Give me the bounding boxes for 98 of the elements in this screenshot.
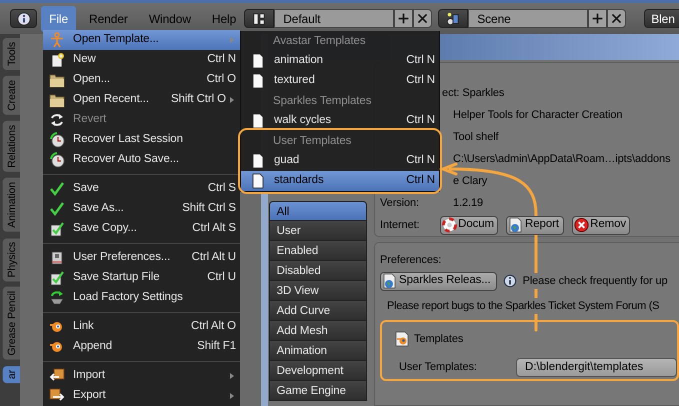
menu-item[interactable]: Recover Last Session <box>43 130 240 150</box>
hint-text: Please check frequently for up <box>522 272 668 290</box>
category-button[interactable]: Animation <box>268 341 368 361</box>
field-label: Preferences: <box>380 252 442 268</box>
category-button[interactable]: 3D View <box>268 281 368 301</box>
add-icon <box>397 12 410 25</box>
field-value: e Clary <box>453 174 488 189</box>
info-icon <box>16 12 31 26</box>
internet-button[interactable]: Remov <box>572 216 630 234</box>
scene-field[interactable]: Scene <box>468 9 588 28</box>
reset-icon <box>49 290 65 306</box>
editor-type-button[interactable] <box>10 9 38 28</box>
clock-icon <box>49 132 65 148</box>
menu-item[interactable]: Link Ctrl Alt O <box>43 317 240 337</box>
menu-item[interactable]: Append Shift F1 <box>43 337 240 357</box>
layout-button[interactable] <box>244 9 274 28</box>
submenu-arrow-icon <box>228 95 236 105</box>
submenu-arrow-icon <box>228 35 236 45</box>
internet-button[interactable]: Report <box>506 216 564 234</box>
remove-icon <box>574 217 590 233</box>
globe-icon <box>382 273 398 289</box>
field-value: 1.2.19 <box>453 196 484 211</box>
document-icon <box>250 73 266 89</box>
layout-icon <box>252 12 266 26</box>
document-icon <box>250 53 266 69</box>
document-icon <box>250 153 266 169</box>
menu-item[interactable]: textured Ctrl N <box>241 71 439 91</box>
scene-button[interactable] <box>438 9 468 28</box>
category-button[interactable]: Disabled <box>268 261 368 281</box>
panel-title: Templates <box>414 332 464 347</box>
menu-item[interactable]: Open... Ctrl O <box>43 70 240 90</box>
release-notes-button[interactable]: Sparkles Releas... <box>380 272 497 290</box>
globe-icon <box>508 217 524 233</box>
category-button[interactable]: Game Engine <box>268 381 368 401</box>
menu-item[interactable]: Recover Auto Save... <box>43 150 240 170</box>
category-button[interactable]: Add Curve <box>268 301 368 321</box>
menu-item[interactable]: Save Copy... Ctrl Alt S <box>43 219 240 239</box>
menu-item[interactable]: Open Template... <box>43 30 240 50</box>
refresh-icon <box>49 112 65 128</box>
menu-header: Sparkles Templates <box>272 94 372 109</box>
menu-item[interactable]: guad Ctrl N <box>241 151 439 171</box>
side-tab[interactable]: ar <box>3 366 20 383</box>
menu-button[interactable]: File <box>41 6 76 32</box>
window-icon <box>49 250 65 266</box>
menu-item[interactable]: User Preferences... Ctrl Alt U <box>43 248 240 268</box>
field-value: ect: Sparkles <box>442 86 504 101</box>
folder-icon <box>49 92 65 108</box>
add-button[interactable] <box>588 9 608 28</box>
internet-button[interactable]: Docum <box>440 216 498 234</box>
lifebuoy-icon <box>442 217 458 233</box>
link-icon <box>49 319 65 335</box>
menu-item[interactable]: New Ctrl N <box>43 50 240 70</box>
field-label: User Templates: <box>399 360 478 375</box>
menu-item[interactable]: Save Startup File Ctrl U <box>43 268 240 288</box>
menu-item[interactable]: Save Ctrl S <box>43 179 240 199</box>
checkmark-icon <box>49 181 65 197</box>
menu-item[interactable]: standards Ctrl N <box>241 171 439 191</box>
field-value: C:\Users\admin\AppData\Roam…ipts\addons <box>453 152 670 167</box>
clock-icon <box>49 152 65 168</box>
info-icon <box>502 274 517 288</box>
field-value: Tool shelf <box>453 130 499 145</box>
folder-icon <box>49 72 65 88</box>
close-icon <box>416 12 430 25</box>
field-label: Version: <box>380 196 419 209</box>
path-field[interactable]: D:\blendergit\templates <box>516 358 678 376</box>
document-icon <box>250 113 266 129</box>
field-value: Helper Tools for Character Creation <box>453 108 622 123</box>
checked-document-icon <box>49 221 65 237</box>
layout-field[interactable]: Default <box>274 9 394 28</box>
add-icon <box>591 12 604 25</box>
template-icon <box>394 331 410 347</box>
checked-document-icon <box>49 270 65 286</box>
menu-header: Avastar Templates <box>272 34 366 49</box>
add-button[interactable] <box>394 9 414 28</box>
category-button[interactable]: User <box>268 221 368 241</box>
person-icon <box>49 32 65 48</box>
delete-button[interactable] <box>607 9 626 28</box>
menu-item[interactable]: Load Factory Settings <box>43 288 240 308</box>
scene-icon <box>446 12 460 26</box>
menu-item[interactable]: Export <box>43 386 240 406</box>
delete-button[interactable] <box>413 9 432 28</box>
checkmark-icon <box>49 201 65 217</box>
category-button[interactable]: All <box>268 201 368 221</box>
menu-header: User Templates <box>272 134 352 149</box>
render-engine-button[interactable]: Blen <box>644 9 679 28</box>
category-button[interactable]: Development <box>268 361 368 381</box>
menu-item[interactable]: Save As... Shift Ctrl S <box>43 199 240 219</box>
document-icon <box>250 173 266 189</box>
report-text: Please report bugs to the Sparkles Ticket System Forum (S <box>387 298 660 314</box>
menu-item[interactable]: Open Recent... Shift Ctrl O <box>43 90 240 110</box>
field-label: Internet: <box>380 218 421 233</box>
close-icon <box>610 12 624 25</box>
category-button[interactable]: Add Mesh <box>268 321 368 341</box>
category-button[interactable]: Enabled <box>268 241 368 261</box>
menu-item[interactable]: animation Ctrl N <box>241 51 439 71</box>
menu-item[interactable]: walk cycles Ctrl N <box>241 111 439 131</box>
menu-item[interactable]: Import <box>43 366 240 386</box>
new-document-icon <box>49 52 65 68</box>
